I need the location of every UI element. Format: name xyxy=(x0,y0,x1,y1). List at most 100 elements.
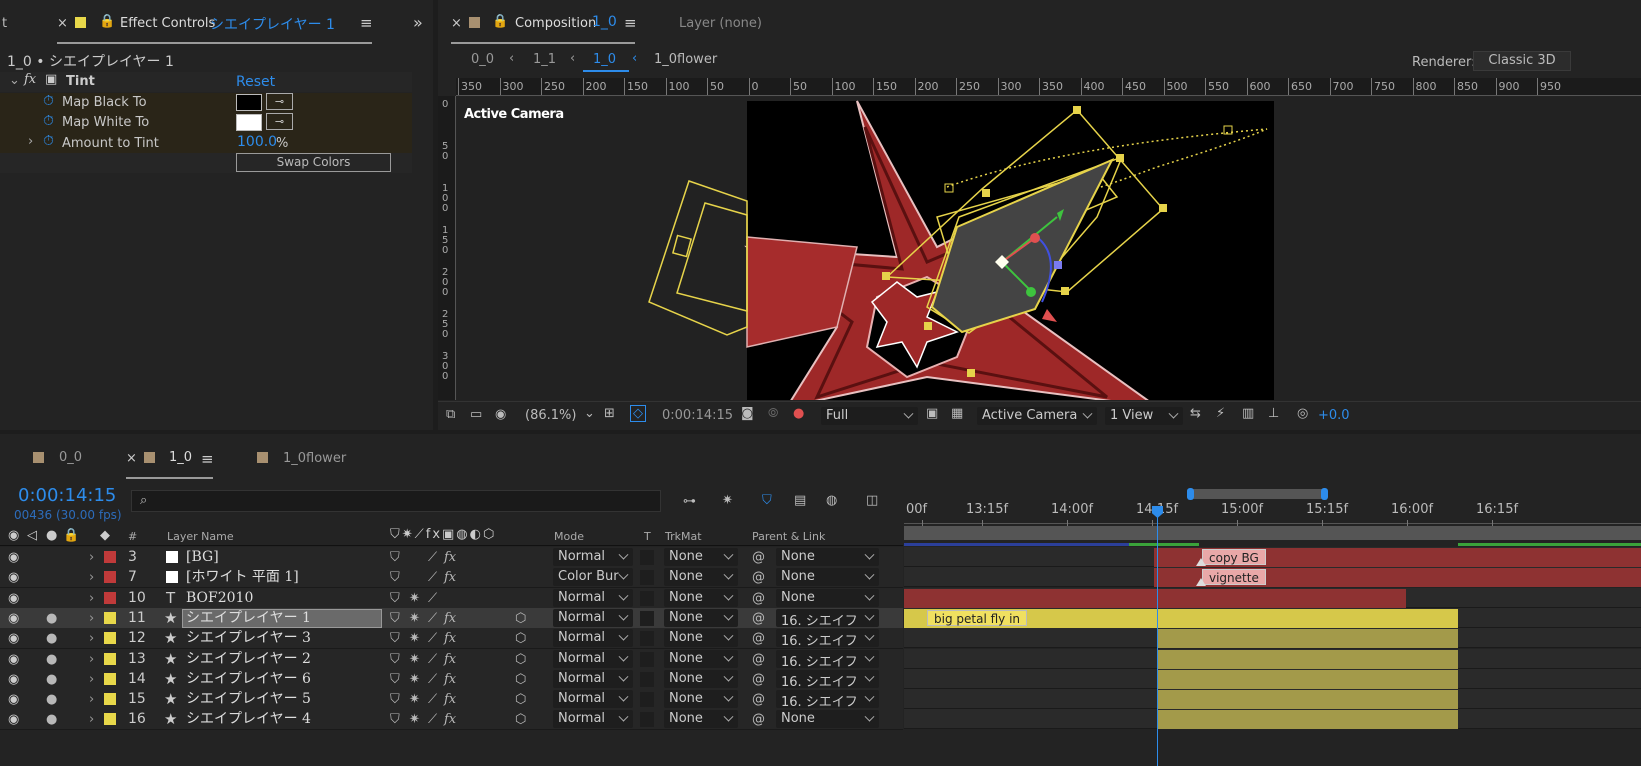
view-layout-dropdown[interactable]: 1 View xyxy=(1105,407,1183,425)
layer-name[interactable]: シエイプレイヤー 3 xyxy=(186,628,311,649)
grid-icon[interactable]: ⊞ xyxy=(604,406,615,421)
parent-dropdown[interactable]: 16. シエイフ xyxy=(776,690,879,710)
label-color-chip[interactable] xyxy=(104,652,116,665)
layer-name-header[interactable]: Layer Name xyxy=(167,530,234,543)
breadcrumb-item[interactable]: 1_0flower xyxy=(654,52,717,67)
fx-icon[interactable]: fx xyxy=(444,567,456,588)
pickwhip-icon[interactable]: @ xyxy=(752,547,765,568)
time-ruler[interactable]: 00f13:15f14:00f14:15f15:00f15:15f16:00f1… xyxy=(904,502,1641,526)
layer-bar[interactable] xyxy=(1157,629,1458,649)
effect-controls-tab-layer[interactable]: シエイプレイヤー 1 xyxy=(210,14,335,34)
pickwhip-icon[interactable]: @ xyxy=(752,689,765,710)
3d-layer-icon[interactable]: ⬡ xyxy=(515,709,526,730)
shy-switch-icon[interactable]: ⛉ xyxy=(390,628,400,649)
preserve-transparency[interactable] xyxy=(640,692,654,708)
mode-dropdown[interactable]: Normal xyxy=(553,548,633,566)
fx-icon[interactable]: fx xyxy=(24,72,36,87)
3d-layer-icon[interactable]: ⬡ xyxy=(515,608,526,629)
parent-dropdown[interactable]: 16. シエイフ xyxy=(776,649,879,670)
pickwhip-icon[interactable]: @ xyxy=(752,588,765,609)
trkmat-dropdown[interactable]: None xyxy=(664,649,738,668)
work-area-bar[interactable] xyxy=(904,526,1641,540)
pickwhip-icon[interactable]: @ xyxy=(752,628,765,649)
mask-path-icon[interactable]: ◇ xyxy=(630,405,646,422)
layer-bar[interactable] xyxy=(1157,649,1458,669)
renderer-dropdown[interactable]: Classic 3D xyxy=(1473,51,1571,71)
stopwatch-icon[interactable]: ⏱ xyxy=(43,93,54,109)
fx-icon[interactable]: fx xyxy=(444,709,456,730)
graph-editor-icon[interactable]: ◫ xyxy=(866,493,878,508)
3d-layer-icon[interactable]: ⬡ xyxy=(515,628,526,649)
chevron-right-icon[interactable]: › xyxy=(89,567,94,588)
shy-switch-icon[interactable]: ⛉ xyxy=(390,649,400,670)
camera-view-dropdown[interactable]: Active Camera xyxy=(977,407,1097,425)
eye-icon[interactable]: ◉ xyxy=(8,689,19,710)
layer-name[interactable]: [ホワイト 平面 1] xyxy=(186,567,299,588)
solo-icon[interactable]: ● xyxy=(46,669,57,690)
chevron-right-icon[interactable]: › xyxy=(89,547,94,568)
collapse-switch-icon[interactable]: ✷ xyxy=(409,628,420,649)
eye-icon[interactable]: ◉ xyxy=(8,709,19,730)
chevron-right-icon[interactable]: › xyxy=(89,608,94,629)
eye-icon[interactable]: ◉ xyxy=(8,567,19,588)
exposure-icon[interactable]: ◎ xyxy=(1297,406,1308,421)
stopwatch-icon[interactable]: ⏱ xyxy=(43,133,54,149)
layer-name[interactable]: シエイプレイヤー 2 xyxy=(186,649,311,670)
panel-menu-icon[interactable]: ≡ xyxy=(360,14,373,32)
effect-controls-tab-label[interactable]: Effect Controls xyxy=(120,16,215,31)
panel-menu-icon[interactable]: ≡ xyxy=(201,450,214,468)
label-color-chip[interactable] xyxy=(104,611,116,624)
work-area-end-handle[interactable] xyxy=(1321,488,1328,500)
amount-value[interactable]: 100.0 xyxy=(237,134,277,150)
breadcrumb-item[interactable]: 1_1 xyxy=(533,52,556,67)
fx-icon[interactable]: fx xyxy=(444,669,456,690)
mode-dropdown[interactable]: Normal xyxy=(553,608,633,627)
chevron-right-icon[interactable]: › xyxy=(89,669,94,690)
solo-icon[interactable]: ● xyxy=(46,709,57,730)
preserve-transparency[interactable] xyxy=(640,631,654,647)
collapse-switch-icon[interactable]: ✷ xyxy=(409,608,420,629)
eyedropper-icon[interactable]: ⊸ xyxy=(266,113,293,130)
collapse-switch-icon[interactable]: ✷ xyxy=(409,709,420,730)
chevron-right-icon[interactable]: › xyxy=(28,134,33,149)
eye-icon[interactable]: ◉ xyxy=(8,547,19,568)
layer-bar[interactable] xyxy=(904,588,1406,608)
layer-marker[interactable]: copy BG xyxy=(1202,549,1266,565)
trkmat-dropdown[interactable]: None xyxy=(664,608,738,627)
layer-name[interactable]: シエイプレイヤー 1 xyxy=(186,608,311,629)
pixel-aspect-icon[interactable]: ⇆ xyxy=(1190,406,1201,421)
shy-switch-icon[interactable]: ⛉ xyxy=(390,567,400,588)
3d-layer-icon[interactable]: ⬡ xyxy=(515,649,526,670)
trkmat-dropdown[interactable]: None xyxy=(664,568,738,587)
swap-colors-button[interactable]: Swap Colors xyxy=(236,153,391,172)
parent-dropdown[interactable]: 16. シエイフ xyxy=(776,669,879,690)
3d-layer-icon[interactable]: ⬡ xyxy=(515,689,526,710)
layer-row[interactable]: ◉ ● › 15 ★ シエイプレイヤー 5 ⛉ ✷ ⟋ fx ⬡ Normal None @16. シエイ… xyxy=(0,689,903,711)
label-color-chip[interactable] xyxy=(104,571,116,584)
fx-icon[interactable]: fx xyxy=(444,547,456,568)
close-icon[interactable]: × xyxy=(57,16,68,31)
label-color-chip[interactable] xyxy=(104,551,116,563)
layer-row[interactable]: ◉ › 10 T BOF2010 ⛉ ✷ ⟋ Normal None @ None xyxy=(0,587,903,609)
layer-name[interactable]: シエイプレイヤー 6 xyxy=(186,669,311,690)
shy-switch-icon[interactable]: ⛉ xyxy=(390,588,400,609)
quality-switch-icon[interactable]: ⟋ xyxy=(428,608,437,629)
zoom-dropdown[interactable]: (86.1%) xyxy=(525,408,576,423)
layer-name[interactable]: シエイプレイヤー 4 xyxy=(186,709,311,730)
fx-icon[interactable]: fx xyxy=(444,608,456,629)
solo-icon[interactable]: ● xyxy=(46,628,57,649)
preserve-transparency[interactable] xyxy=(640,570,654,586)
quality-switch-icon[interactable]: ⟋ xyxy=(428,709,437,730)
composition-tab-label[interactable]: Composition xyxy=(515,16,596,31)
eye-icon[interactable]: ◉ xyxy=(8,588,19,609)
timeline-tab-active[interactable]: 1_0 xyxy=(169,450,192,465)
trkmat-dropdown[interactable]: None xyxy=(664,690,738,709)
resolution-dropdown[interactable]: Full xyxy=(821,407,918,425)
quality-switch-icon[interactable]: ⟋ xyxy=(428,689,437,710)
chevron-right-icon[interactable]: › xyxy=(89,689,94,710)
layer-row[interactable]: ◉ ● › 12 ★ シエイプレイヤー 3 ⛉ ✷ ⟋ fx ⬡ Normal None @16. シエイ… xyxy=(0,628,903,650)
chevron-right-icon[interactable]: › xyxy=(89,709,94,730)
eye-icon[interactable]: ◉ xyxy=(8,649,19,670)
quality-switch-icon[interactable]: ⟋ xyxy=(428,649,437,670)
mode-dropdown[interactable]: Normal xyxy=(553,690,633,709)
